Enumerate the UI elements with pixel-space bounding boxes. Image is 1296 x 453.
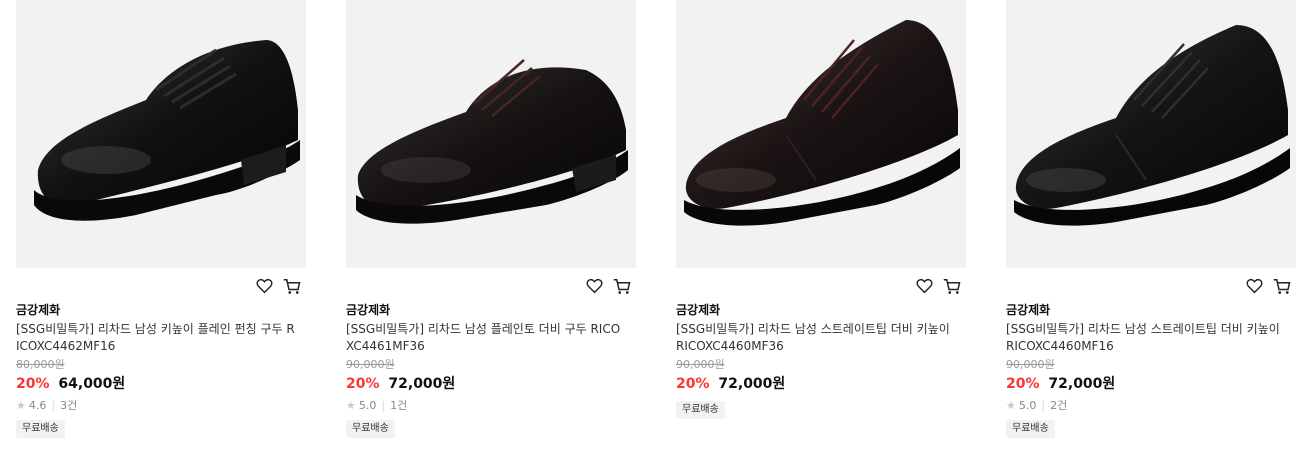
cart-icon[interactable] bbox=[1272, 276, 1292, 296]
heart-outline-icon[interactable] bbox=[914, 276, 934, 296]
product-card[interactable]: 금강제화 [SSG비밀특가] 리차드 남성 스트레이트팁 더비 키높이 RICO… bbox=[1006, 0, 1296, 453]
free-shipping-badge: 무료배송 bbox=[676, 401, 725, 419]
sale-price: 72,000원 bbox=[1048, 376, 1116, 392]
rating-divider: | bbox=[51, 399, 56, 412]
sale-price: 72,000원 bbox=[718, 376, 786, 392]
brand-name: 금강제화 bbox=[16, 303, 61, 317]
product-actions bbox=[584, 276, 632, 296]
free-shipping-badge: 무료배송 bbox=[16, 420, 65, 438]
original-price: 90,000원 bbox=[1006, 358, 1055, 371]
price-row: 20% 72,000원 bbox=[676, 374, 785, 394]
rating: ★ 4.6 | 3건 bbox=[16, 398, 77, 414]
cart-icon[interactable] bbox=[942, 276, 962, 296]
rating-divider: | bbox=[1041, 399, 1046, 412]
rating-score: 4.6 bbox=[28, 399, 47, 412]
product-title[interactable]: [SSG비밀특가] 리차드 남성 스트레이트팁 더비 키높이 RICOXC446… bbox=[676, 321, 956, 355]
product-card[interactable]: 금강제화 [SSG비밀특가] 리차드 남성 플레인토 더비 구두 RICOXC4… bbox=[346, 0, 636, 453]
sale-price: 72,000원 bbox=[388, 376, 456, 392]
product-image[interactable] bbox=[346, 0, 636, 268]
cart-icon[interactable] bbox=[612, 276, 632, 296]
heart-outline-icon[interactable] bbox=[1244, 276, 1264, 296]
discount-rate: 20% bbox=[676, 376, 710, 392]
product-card[interactable]: 금강제화 [SSG비밀특가] 리차드 남성 키높이 플레인 펀칭 구두 RICO… bbox=[16, 0, 306, 453]
product-actions bbox=[914, 276, 962, 296]
rating-score: 5.0 bbox=[358, 399, 377, 412]
cart-icon[interactable] bbox=[282, 276, 302, 296]
product-card[interactable]: 금강제화 [SSG비밀특가] 리차드 남성 스트레이트팁 더비 키높이 RICO… bbox=[676, 0, 966, 453]
price-row: 20% 64,000원 bbox=[16, 374, 125, 394]
original-price: 80,000원 bbox=[16, 358, 65, 371]
star-icon: ★ bbox=[1006, 399, 1016, 412]
heart-outline-icon[interactable] bbox=[584, 276, 604, 296]
rating: ★ 5.0 | 1건 bbox=[346, 398, 407, 414]
discount-rate: 20% bbox=[1006, 376, 1040, 392]
discount-rate: 20% bbox=[346, 376, 380, 392]
heart-outline-icon[interactable] bbox=[254, 276, 274, 296]
shoe-image bbox=[356, 59, 628, 224]
product-title[interactable]: [SSG비밀특가] 리차드 남성 플레인토 더비 구두 RICOXC4461MF… bbox=[346, 321, 626, 355]
price-row: 20% 72,000원 bbox=[346, 374, 455, 394]
shoe-image bbox=[34, 40, 300, 221]
product-image[interactable] bbox=[1006, 0, 1296, 268]
star-icon: ★ bbox=[16, 399, 26, 412]
shoe-image bbox=[1014, 25, 1290, 226]
product-title[interactable]: [SSG비밀특가] 리차드 남성 키높이 플레인 펀칭 구두 RICOXC446… bbox=[16, 321, 296, 355]
free-shipping-badge: 무료배송 bbox=[1006, 420, 1055, 438]
review-count[interactable]: 3건 bbox=[60, 398, 77, 414]
rating: ★ 5.0 | 2건 bbox=[1006, 398, 1067, 414]
original-price: 90,000원 bbox=[346, 358, 395, 371]
product-image[interactable] bbox=[676, 0, 966, 268]
original-price: 90,000원 bbox=[676, 358, 725, 371]
rating-score: 5.0 bbox=[1018, 399, 1037, 412]
free-shipping-badge: 무료배송 bbox=[346, 420, 395, 438]
product-image[interactable] bbox=[16, 0, 306, 268]
sale-price: 64,000원 bbox=[58, 376, 126, 392]
shoe-image bbox=[684, 20, 960, 226]
price-row: 20% 72,000원 bbox=[1006, 374, 1115, 394]
product-title[interactable]: [SSG비밀특가] 리차드 남성 스트레이트팁 더비 키높이 RICOXC446… bbox=[1006, 321, 1286, 355]
review-count[interactable]: 1건 bbox=[390, 398, 407, 414]
brand-name: 금강제화 bbox=[1006, 303, 1051, 317]
rating-divider: | bbox=[381, 399, 386, 412]
review-count[interactable]: 2건 bbox=[1050, 398, 1067, 414]
product-grid: 금강제화 [SSG비밀특가] 리차드 남성 키높이 플레인 펀칭 구두 RICO… bbox=[0, 0, 1296, 453]
brand-name: 금강제화 bbox=[346, 303, 391, 317]
discount-rate: 20% bbox=[16, 376, 50, 392]
product-actions bbox=[254, 276, 302, 296]
brand-name: 금강제화 bbox=[676, 303, 721, 317]
product-actions bbox=[1244, 276, 1292, 296]
star-icon: ★ bbox=[346, 399, 356, 412]
